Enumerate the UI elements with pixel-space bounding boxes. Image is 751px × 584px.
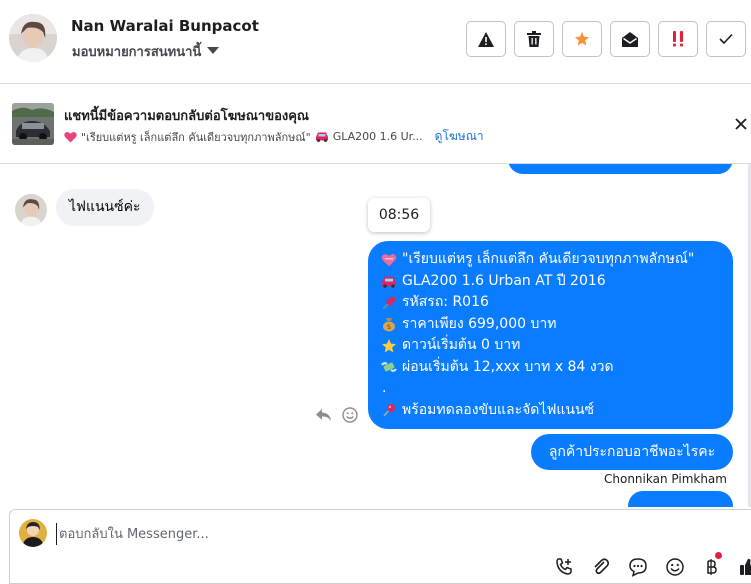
saved-reply-icon [629, 558, 647, 577]
round-pin-icon [380, 401, 398, 419]
ad-model-text: GLA200 1.6 Ur... [332, 130, 423, 143]
composer [0, 507, 751, 584]
outgoing-message-partial[interactable] [628, 491, 733, 507]
payment-button[interactable] [700, 552, 724, 579]
conversation-header: Nan Waralai Bunpacot มอบหมายการสนทนานี้ [0, 0, 751, 84]
follow-up-button[interactable] [658, 21, 698, 57]
emoji-icon [342, 407, 358, 423]
double-exclamation-icon [673, 31, 683, 47]
outgoing-message-partial[interactable] [508, 164, 733, 174]
ad-headline: "เรียบแต่หรู เล็กแต่ลึก คันเดียวจบทุกภาพ… [81, 130, 311, 144]
message-thread[interactable]: ไฟแนนซ์ค่ะ 08:56 "เรียบแต่หรู เล็กแต่ลึก… [0, 164, 751, 507]
ad-banner-title: แชทนี้มีข้อความตอบกลับต่อโฆษณาของคุณ [64, 109, 309, 124]
star-icon [380, 337, 398, 355]
saved-replies-button[interactable] [626, 555, 650, 579]
delete-button[interactable] [514, 21, 554, 57]
phone-icon [556, 558, 572, 575]
caret-down-icon [207, 46, 220, 54]
ad-line: รหัสรถ: R016 [380, 292, 721, 314]
envelope-open-icon [622, 31, 638, 47]
notification-dot [715, 552, 722, 559]
thumbs-up-icon [740, 558, 751, 575]
assign-label: มอบหมายการสนทนานี้ [72, 45, 202, 60]
baht-icon [707, 559, 717, 575]
composer-tools [552, 552, 751, 579]
pin-icon [380, 294, 398, 312]
attach-button[interactable] [589, 555, 613, 579]
ad-line: $ ราคาเพียง 699,000 บาท [380, 314, 721, 336]
sender-name: Chonnikan Pimkham [604, 472, 727, 486]
inbox-conversation: Nan Waralai Bunpacot มอบหมายการสนทนานี้ [0, 0, 751, 584]
ad-line: "เรียบแต่หรู เล็กแต่ลึก คันเดียวจบทุกภาพ… [380, 249, 721, 271]
message-actions [314, 405, 360, 425]
ad-thumbnail[interactable] [12, 103, 54, 145]
warning-icon [478, 31, 494, 47]
page-avatar [19, 519, 47, 547]
header-actions [466, 21, 746, 57]
contact-name[interactable]: Nan Waralai Bunpacot [71, 17, 259, 35]
close-icon [735, 118, 747, 130]
ad-line: GLA200 1.6 Urban AT ปี 2016 [380, 271, 721, 293]
like-button[interactable] [737, 555, 751, 579]
contact-avatar[interactable] [9, 14, 57, 62]
ad-line: พร้อมทดลองขับและจัดไฟแนนซ์ [380, 400, 721, 422]
emoji-button[interactable] [663, 555, 687, 579]
outgoing-reply-message[interactable]: ลูกค้าประกอบอาชีพอะไรคะ [531, 434, 733, 470]
heart-icon [64, 131, 77, 142]
mark-unread-button[interactable] [610, 21, 650, 57]
mark-done-button[interactable] [706, 21, 746, 57]
star-icon [575, 32, 589, 46]
car-icon [315, 132, 328, 142]
view-ad-link[interactable]: ดูโฆษณา [435, 127, 484, 146]
message-timestamp: 08:56 [368, 198, 430, 232]
ad-line: ผ่อนเริ่มต้น 12,xxx บาท x 84 งวด [380, 357, 721, 379]
money-bag-icon: $ [380, 315, 398, 333]
svg-text:$: $ [387, 323, 391, 331]
assign-conversation-dropdown[interactable]: มอบหมายการสนทนานี้ [72, 41, 220, 62]
paperclip-icon [594, 558, 610, 575]
money-wings-icon [380, 358, 398, 376]
reply-button[interactable] [314, 405, 334, 425]
contact-avatar-small [15, 194, 47, 226]
star-button[interactable] [562, 21, 602, 57]
ad-line: ดาวน์เริ่มต้น 0 บาท [380, 335, 721, 357]
heart-icon [380, 251, 398, 269]
react-button[interactable] [340, 405, 360, 425]
car-icon [380, 272, 398, 290]
report-spam-button[interactable] [466, 21, 506, 57]
ad-context-banner: แชทนี้มีข้อความตอบกลับต่อโฆษณาของคุณ "เร… [0, 84, 751, 164]
ad-line: . [382, 380, 387, 396]
emoji-icon [666, 558, 684, 576]
check-icon [719, 33, 733, 45]
reply-icon [316, 408, 331, 421]
trash-icon [527, 31, 541, 47]
incoming-message[interactable]: ไฟแนนซ์ค่ะ [56, 189, 154, 226]
close-banner-button[interactable] [730, 113, 751, 135]
ad-banner-subtitle: "เรียบแต่หรู เล็กแต่ลึก คันเดียวจบทุกภาพ… [64, 127, 484, 146]
outgoing-ad-message[interactable]: "เรียบแต่หรู เล็กแต่ลึก คันเดียวจบทุกภาพ… [368, 241, 733, 429]
call-button[interactable] [552, 555, 576, 579]
reply-input[interactable] [56, 523, 656, 545]
